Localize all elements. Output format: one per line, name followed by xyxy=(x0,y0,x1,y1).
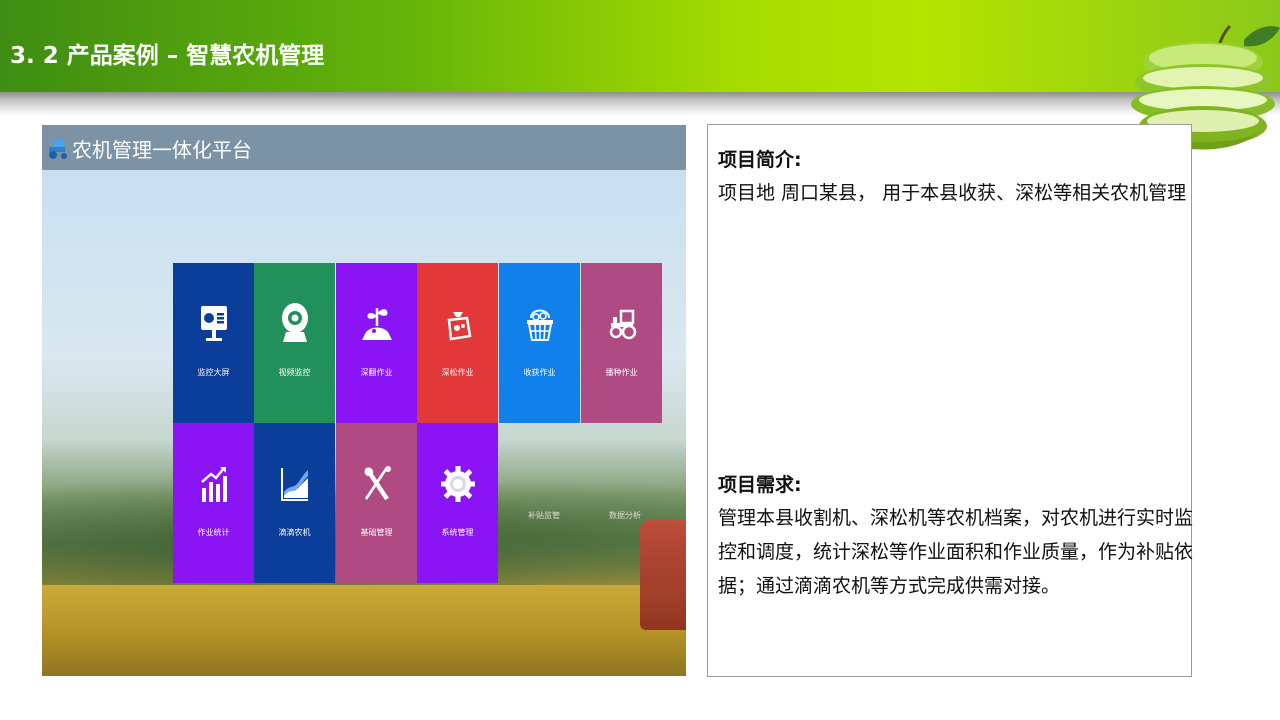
header-shadow xyxy=(0,92,1280,116)
slide-title: 3. 2 产品案例 – 智慧农机管理 xyxy=(10,43,325,69)
harvester-image xyxy=(640,520,686,630)
tile-label: 收获作业 xyxy=(523,368,556,377)
tile-label: 系统管理 xyxy=(441,528,474,537)
requirement-title: 项目需求: xyxy=(718,474,802,496)
tile-work-statistics[interactable]: 作业统计 xyxy=(173,423,254,583)
tile-label: 作业统计 xyxy=(197,528,230,537)
tile-system-management[interactable]: 系统管理 xyxy=(417,423,498,583)
bar-chart-icon xyxy=(173,459,254,509)
tile-subsoiling[interactable]: 深松作业 xyxy=(417,263,498,423)
webcam-icon xyxy=(254,299,335,349)
seed-bag-icon xyxy=(417,299,498,349)
area-chart-icon xyxy=(254,459,335,509)
intro-title: 项目简介: xyxy=(718,149,802,171)
tile-label: 深松作业 xyxy=(441,368,474,377)
project-info-box: 项目简介: 项目地 周口某县， 用于本县收获、深松等相关农机管理 项目需求: 管… xyxy=(707,124,1194,677)
requirement-text: 管理本县收割机、深松机等农机档案，对农机进行实时监控和调度，统计深松等作业面积和… xyxy=(718,507,1194,597)
ghost-label-analysis: 数据分析 xyxy=(609,511,641,520)
tile-label: 深翻作业 xyxy=(360,368,393,377)
plant-sprout-icon xyxy=(336,299,417,349)
tile-sowing[interactable]: 播种作业 xyxy=(581,263,662,423)
tile-label: 播种作业 xyxy=(605,368,638,377)
tile-basic-management[interactable]: 基础管理 xyxy=(336,423,417,583)
tile-label: 监控大屏 xyxy=(197,368,230,377)
platform-screenshot: 农机管理一体化平台 监控大屏 视频监控 深翻作业 深松作业 收获作业 播种作业 … xyxy=(42,125,686,676)
tile-label: 基础管理 xyxy=(360,528,393,537)
harvest-basket-icon xyxy=(499,299,580,349)
tile-label: 滴滴农机 xyxy=(278,528,311,537)
tools-icon xyxy=(336,459,417,509)
monitor-screen-icon xyxy=(173,299,254,349)
tile-monitor-screen[interactable]: 监控大屏 xyxy=(173,263,254,423)
tile-label: 视频监控 xyxy=(278,368,311,377)
ghost-label-subsidy: 补贴监管 xyxy=(528,511,560,520)
tractor-logo-icon xyxy=(49,140,67,159)
tractor-icon xyxy=(581,299,662,349)
platform-topbar: 农机管理一体化平台 xyxy=(42,125,686,170)
platform-title: 农机管理一体化平台 xyxy=(72,138,252,162)
tile-deep-plow[interactable]: 深翻作业 xyxy=(336,263,417,423)
tile-harvest[interactable]: 收获作业 xyxy=(499,263,580,423)
tile-video-monitor[interactable]: 视频监控 xyxy=(254,263,335,423)
gear-icon xyxy=(417,459,498,509)
intro-text: 项目地 周口某县， 用于本县收获、深松等相关农机管理 xyxy=(718,182,1187,204)
field-background xyxy=(42,585,686,676)
tile-didi-machinery[interactable]: 滴滴农机 xyxy=(254,423,335,583)
